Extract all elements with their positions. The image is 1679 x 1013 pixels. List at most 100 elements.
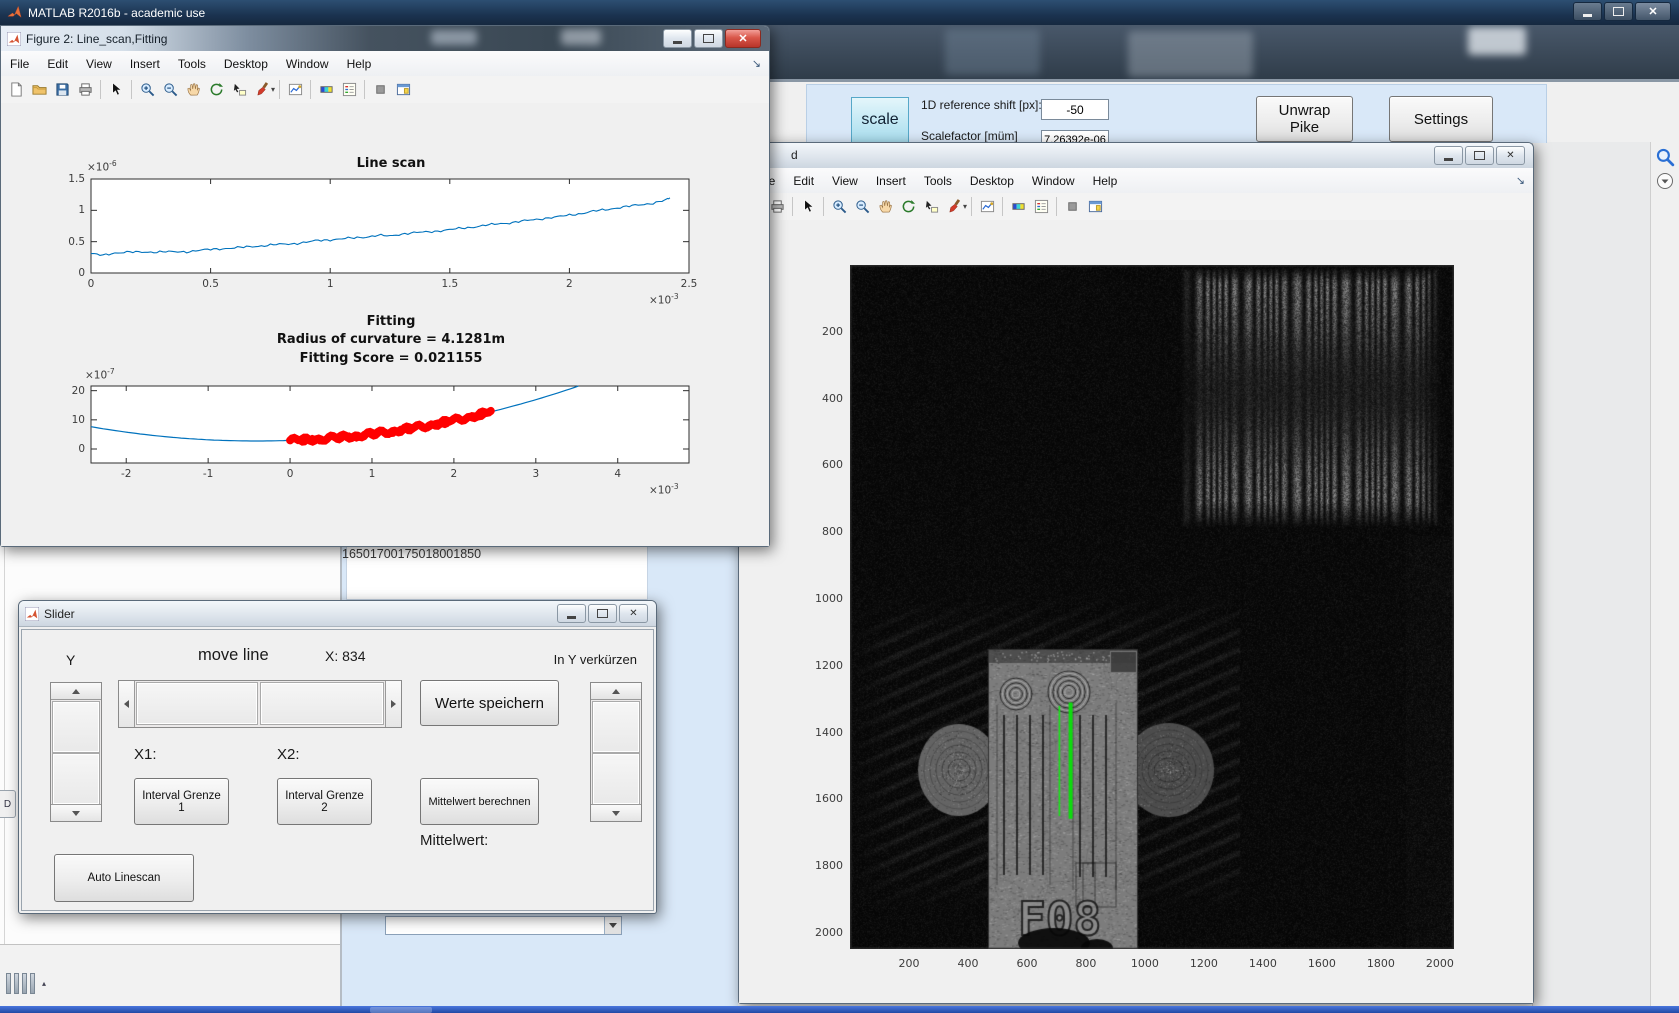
rotate-3d-icon[interactable] bbox=[897, 196, 919, 218]
menu-insert[interactable]: Insert bbox=[867, 174, 915, 188]
link-plots-icon[interactable] bbox=[976, 196, 998, 218]
slider-right-button[interactable] bbox=[385, 681, 401, 727]
taskbar-button-fragment[interactable] bbox=[370, 1007, 432, 1013]
calc-mean-button[interactable]: Mittelwert berechnen bbox=[420, 778, 539, 825]
slider-window[interactable]: Slider ✕ Y move line X: 834 In Y verkürz… bbox=[18, 600, 657, 914]
grip-handle[interactable]: ▴ bbox=[6, 973, 46, 994]
main-close-button[interactable]: ✕ bbox=[1635, 2, 1671, 21]
menu-desktop[interactable]: Desktop bbox=[215, 57, 277, 71]
windows-taskbar-edge[interactable] bbox=[0, 1006, 1679, 1013]
data-cursor-icon[interactable] bbox=[228, 79, 250, 101]
menu-desktop[interactable]: Desktop bbox=[961, 174, 1023, 188]
slider-thumb[interactable] bbox=[52, 701, 100, 753]
menu-edit[interactable]: Edit bbox=[38, 57, 77, 71]
pointer-icon[interactable] bbox=[105, 79, 127, 101]
main-maximize-button[interactable] bbox=[1604, 2, 1633, 21]
panel-large-icon[interactable] bbox=[1084, 196, 1106, 218]
minimize-button[interactable] bbox=[1434, 146, 1463, 165]
panel-small-icon[interactable] bbox=[369, 79, 391, 101]
y-slider-right[interactable] bbox=[590, 682, 642, 822]
insert-legend-icon[interactable] bbox=[1030, 196, 1052, 218]
insert-legend-icon[interactable] bbox=[338, 79, 360, 101]
menu-file[interactable]: File bbox=[1, 57, 38, 71]
settings-button[interactable]: Settings bbox=[1389, 96, 1493, 142]
dock-arrow-icon[interactable]: ↘ bbox=[1516, 174, 1525, 187]
pan-hand-icon[interactable] bbox=[874, 196, 896, 218]
main-minimize-button[interactable] bbox=[1573, 2, 1602, 21]
print-icon[interactable] bbox=[74, 79, 96, 101]
zoom-in-icon[interactable] bbox=[136, 79, 158, 101]
slider-up-button[interactable] bbox=[51, 683, 101, 700]
slider-down-button[interactable] bbox=[591, 804, 641, 821]
save-icon[interactable] bbox=[51, 79, 73, 101]
brush-dropdown-icon[interactable]: ▾ bbox=[963, 202, 967, 211]
dock-arrow-icon[interactable]: ↘ bbox=[752, 57, 761, 70]
y-slider-left[interactable] bbox=[50, 682, 102, 822]
rotate-3d-icon[interactable] bbox=[205, 79, 227, 101]
slider-thumb[interactable] bbox=[136, 682, 258, 725]
figure2-window[interactable]: Figure 2: Line_scan,Fitting ✕ File Edit Vi… bbox=[0, 25, 770, 547]
move-line-slider[interactable] bbox=[118, 680, 402, 728]
close-button[interactable]: ✕ bbox=[619, 604, 648, 623]
figure2-titlebar[interactable]: Figure 2: Line_scan,Fitting ✕ bbox=[1, 26, 769, 52]
menu-help[interactable]: Help bbox=[338, 57, 381, 71]
auto-linescan-button[interactable]: Auto Linescan bbox=[54, 854, 194, 902]
panel-large-icon[interactable] bbox=[392, 79, 414, 101]
new-document-icon[interactable] bbox=[5, 79, 27, 101]
slider-thumb[interactable] bbox=[592, 753, 640, 805]
unwrap-pike-button[interactable]: Unwrap Pike bbox=[1256, 96, 1353, 142]
insert-colorbar-icon[interactable] bbox=[315, 79, 337, 101]
close-button[interactable]: ✕ bbox=[725, 29, 761, 48]
slider-thumb[interactable] bbox=[260, 682, 384, 725]
interval-limit1-button[interactable]: Interval Grenze 1 bbox=[134, 778, 229, 825]
minimize-button[interactable] bbox=[663, 29, 692, 48]
link-plots-icon[interactable] bbox=[284, 79, 306, 101]
menu-insert[interactable]: Insert bbox=[121, 57, 169, 71]
result-dropdown[interactable] bbox=[385, 916, 622, 935]
zoom-in-icon[interactable] bbox=[828, 196, 850, 218]
save-values-button[interactable]: Werte speichern bbox=[420, 680, 559, 726]
right-figure-titlebar[interactable]: d ✕ bbox=[739, 143, 1533, 169]
slider-down-button[interactable] bbox=[51, 804, 101, 821]
menu-view[interactable]: View bbox=[77, 57, 121, 71]
slider-thumb[interactable] bbox=[52, 753, 100, 805]
menu-view[interactable]: View bbox=[823, 174, 867, 188]
zoom-out-icon[interactable] bbox=[851, 196, 873, 218]
restore-button[interactable] bbox=[694, 29, 723, 48]
menu-window[interactable]: Window bbox=[1023, 174, 1084, 188]
open-folder-icon[interactable] bbox=[28, 79, 50, 101]
slider-up-button[interactable] bbox=[591, 683, 641, 700]
restore-button[interactable] bbox=[588, 604, 617, 623]
toolbar-separator bbox=[823, 197, 824, 216]
panel-small-icon[interactable] bbox=[1061, 196, 1083, 218]
right-figure-window[interactable]: d ✕ FileEditViewInsertToolsDesktopWindow… bbox=[738, 142, 1534, 1004]
menu-edit[interactable]: Edit bbox=[784, 174, 823, 188]
brush-dropdown-icon[interactable]: ▾ bbox=[271, 85, 275, 94]
menu-tools[interactable]: Tools bbox=[169, 57, 215, 71]
menu-help[interactable]: Help bbox=[1084, 174, 1127, 188]
scan-image[interactable] bbox=[850, 265, 1454, 949]
search-icon[interactable] bbox=[1655, 147, 1676, 173]
data-cursor-icon[interactable] bbox=[920, 196, 942, 218]
menu-window[interactable]: Window bbox=[277, 57, 338, 71]
interval-limit2-button[interactable]: Interval Grenze 2 bbox=[277, 778, 372, 825]
minimize-button[interactable] bbox=[557, 604, 586, 623]
insert-colorbar-icon[interactable] bbox=[1007, 196, 1029, 218]
shift-input[interactable] bbox=[1041, 99, 1109, 120]
menu-tools[interactable]: Tools bbox=[915, 174, 961, 188]
slider-left-button[interactable] bbox=[119, 681, 135, 727]
zoom-out-icon[interactable] bbox=[159, 79, 181, 101]
brush-icon[interactable] bbox=[251, 79, 273, 101]
dropdown-arrow-button[interactable] bbox=[604, 917, 621, 934]
matlab-main-titlebar[interactable]: MATLAB R2016b - academic use ✕ bbox=[0, 0, 1679, 25]
circle-chevron-down-icon[interactable] bbox=[1656, 172, 1674, 195]
brush-icon[interactable] bbox=[943, 196, 965, 218]
slider-thumb[interactable] bbox=[592, 701, 640, 753]
pan-hand-icon[interactable] bbox=[182, 79, 204, 101]
dock-tab-d[interactable]: D bbox=[0, 790, 16, 818]
restore-button[interactable] bbox=[1465, 146, 1494, 165]
slider-titlebar[interactable]: Slider ✕ bbox=[19, 601, 656, 627]
scale-button[interactable]: scale bbox=[851, 97, 909, 143]
pointer-icon[interactable] bbox=[797, 196, 819, 218]
close-button[interactable]: ✕ bbox=[1496, 146, 1525, 165]
